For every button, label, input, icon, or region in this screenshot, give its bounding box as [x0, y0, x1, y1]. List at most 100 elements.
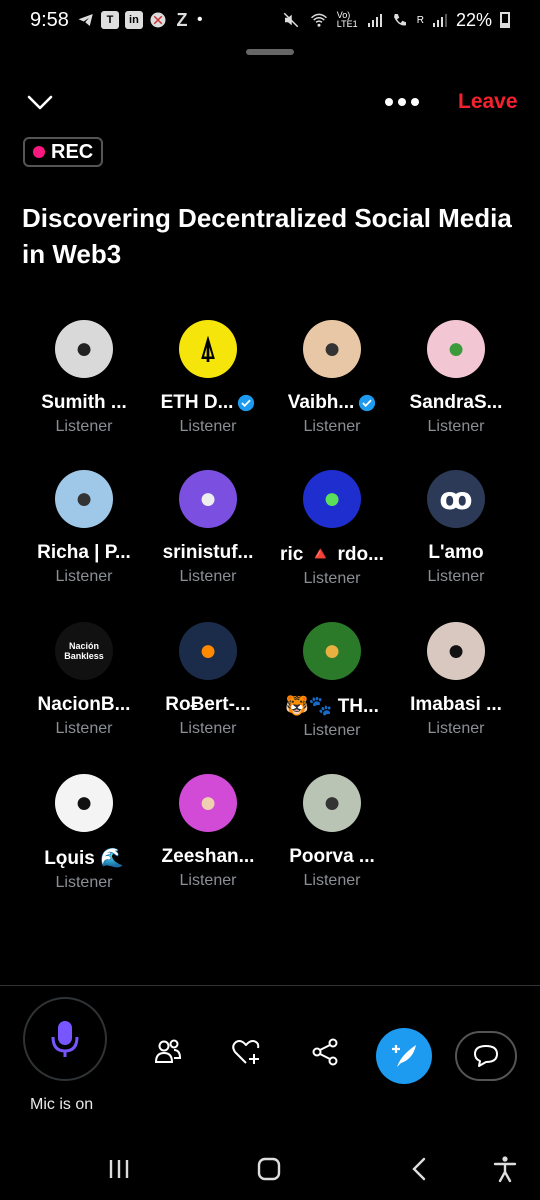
participant-name-row: Richa | P...	[37, 542, 131, 564]
leave-button[interactable]: Leave	[458, 90, 518, 114]
recent-apps-icon[interactable]	[104, 1154, 134, 1184]
participant-name: Richa | P...	[37, 542, 131, 563]
compose-icon	[392, 1045, 416, 1067]
participant-item[interactable]: ● ric 🔺 rdo... Listener	[270, 470, 394, 588]
participant-name-row: RoɃert-...	[165, 694, 251, 716]
participant-avatar[interactable]: ●	[427, 622, 485, 680]
participant-avatar[interactable]: ●	[303, 320, 361, 378]
participant-item[interactable]: ꝏ L'amo Listener	[394, 470, 518, 588]
participant-name-row: L'amo	[428, 542, 483, 564]
participant-name-row: ETH D...	[161, 392, 256, 414]
participant-role: Listener	[55, 720, 113, 737]
top-bar: Leave	[0, 80, 540, 124]
participant-item[interactable]: ● Imabasi ... Listener	[394, 622, 518, 740]
participant-role: Listener	[55, 568, 113, 585]
participant-role: Listener	[427, 568, 485, 585]
network-label: Vo) LTE1	[336, 10, 358, 29]
participant-name-row: NacionB...	[38, 694, 131, 716]
status-left: 9:58 T in Z •	[30, 9, 203, 32]
participant-name: NacionB...	[37, 694, 131, 715]
avatar-glyph: ꝏ	[439, 482, 473, 516]
participant-item[interactable]: ⍋ ETH D... Listener	[146, 320, 270, 436]
signal-2-icon	[432, 14, 447, 27]
participant-item[interactable]: ● SandraS... Listener	[394, 320, 518, 436]
participant-role: Listener	[179, 418, 237, 435]
status-time: 9:58	[30, 8, 69, 31]
participant-avatar[interactable]: ●	[179, 470, 237, 528]
avatar-glyph: ●	[198, 482, 218, 515]
participant-item[interactable]: ● Zeeshan... Listener	[146, 774, 270, 892]
participant-avatar[interactable]: ●	[303, 774, 361, 832]
avatar-glyph: Nación Bankless	[64, 641, 104, 661]
participant-name: ETH D...	[160, 392, 234, 413]
participant-item[interactable]: Nación Bankless NacionB... Listener	[22, 622, 146, 740]
participant-avatar[interactable]: ●	[303, 470, 361, 528]
notification-icons: T in Z •	[77, 11, 203, 29]
participant-avatar[interactable]: ●	[55, 470, 113, 528]
verified-badge-icon	[238, 394, 255, 412]
participant-avatar[interactable]: ●	[179, 622, 237, 680]
participant-item[interactable]: ● RoɃert-... Listener	[146, 622, 270, 740]
participant-avatar[interactable]: ●	[179, 774, 237, 832]
teams-icon: T	[100, 11, 119, 29]
participant-name: RoɃert-...	[165, 694, 251, 715]
participant-name-row: Lǫuis 🌊	[44, 846, 124, 870]
participant-name: srinistuf...	[162, 542, 254, 563]
more-options-icon[interactable]	[382, 90, 422, 114]
chevron-down-icon[interactable]	[24, 86, 56, 118]
home-icon[interactable]	[254, 1154, 284, 1184]
accessibility-icon[interactable]	[490, 1154, 520, 1184]
avatar-glyph: ●	[322, 332, 342, 365]
participant-item[interactable]: ● Richa | P... Listener	[22, 470, 146, 588]
participant-item[interactable]: ● Lǫuis 🌊 Listener	[22, 774, 146, 892]
telegram-icon	[78, 14, 93, 26]
participant-name-row: srinistuf...	[163, 542, 254, 564]
participant-name: Zeeshan...	[161, 846, 255, 867]
participant-name: Poorva ...	[289, 846, 375, 867]
participant-role: Listener	[55, 418, 113, 435]
participant-avatar[interactable]: ●	[55, 774, 113, 832]
drag-handle[interactable]	[246, 49, 294, 55]
participant-name: 🐯🐾 TH...	[285, 696, 379, 717]
participant-role: Listener	[303, 418, 361, 435]
system-nav-bar	[0, 1140, 540, 1200]
avatar-glyph: ●	[446, 332, 466, 365]
back-icon[interactable]	[405, 1154, 435, 1184]
participant-role: Listener	[427, 418, 485, 435]
participant-name: SandraS...	[409, 392, 503, 413]
participant-avatar[interactable]: ꝏ	[427, 470, 485, 528]
participant-avatar[interactable]: ●	[55, 320, 113, 378]
battery-icon	[500, 12, 510, 28]
signal-icon	[367, 14, 382, 27]
app-icon	[150, 12, 166, 28]
recording-label: REC	[51, 140, 94, 163]
participant-name: Sumith ...	[41, 392, 127, 413]
participant-item[interactable]: ● Vaibh... Listener	[270, 320, 394, 436]
participant-role: Listener	[303, 570, 361, 587]
mic-button[interactable]	[23, 997, 107, 1081]
avatar-glyph: ●	[198, 634, 218, 667]
participant-item[interactable]: ● Sumith ... Listener	[22, 320, 146, 436]
participant-avatar[interactable]: Nación Bankless	[55, 622, 113, 680]
recording-dot-icon	[33, 146, 45, 158]
participant-avatar[interactable]: ⍋	[179, 320, 237, 378]
participant-name-row: SandraS...	[410, 392, 503, 414]
participant-name-row: ric 🔺 rdo...	[280, 542, 384, 566]
compose-button[interactable]	[376, 1028, 432, 1084]
participant-item[interactable]: ● 🐯🐾 TH... Listener	[270, 622, 394, 740]
recording-badge: REC	[23, 137, 104, 167]
participant-avatar[interactable]: ●	[427, 320, 485, 378]
heart-add-icon[interactable]	[230, 1036, 262, 1068]
participant-role: Listener	[303, 872, 361, 889]
mute-icon	[283, 12, 299, 28]
participant-item[interactable]: ● srinistuf... Listener	[146, 470, 270, 588]
reply-button[interactable]	[455, 1031, 517, 1081]
participant-name-row: Imabasi ...	[410, 694, 502, 716]
participant-avatar[interactable]: ●	[303, 622, 361, 680]
people-icon[interactable]	[152, 1036, 184, 1068]
participant-item[interactable]: ● Poorva ... Listener	[270, 774, 394, 892]
microphone-icon	[51, 1021, 79, 1057]
share-icon[interactable]	[309, 1036, 341, 1068]
participant-role: Listener	[55, 874, 113, 891]
participant-role: Listener	[303, 722, 361, 739]
